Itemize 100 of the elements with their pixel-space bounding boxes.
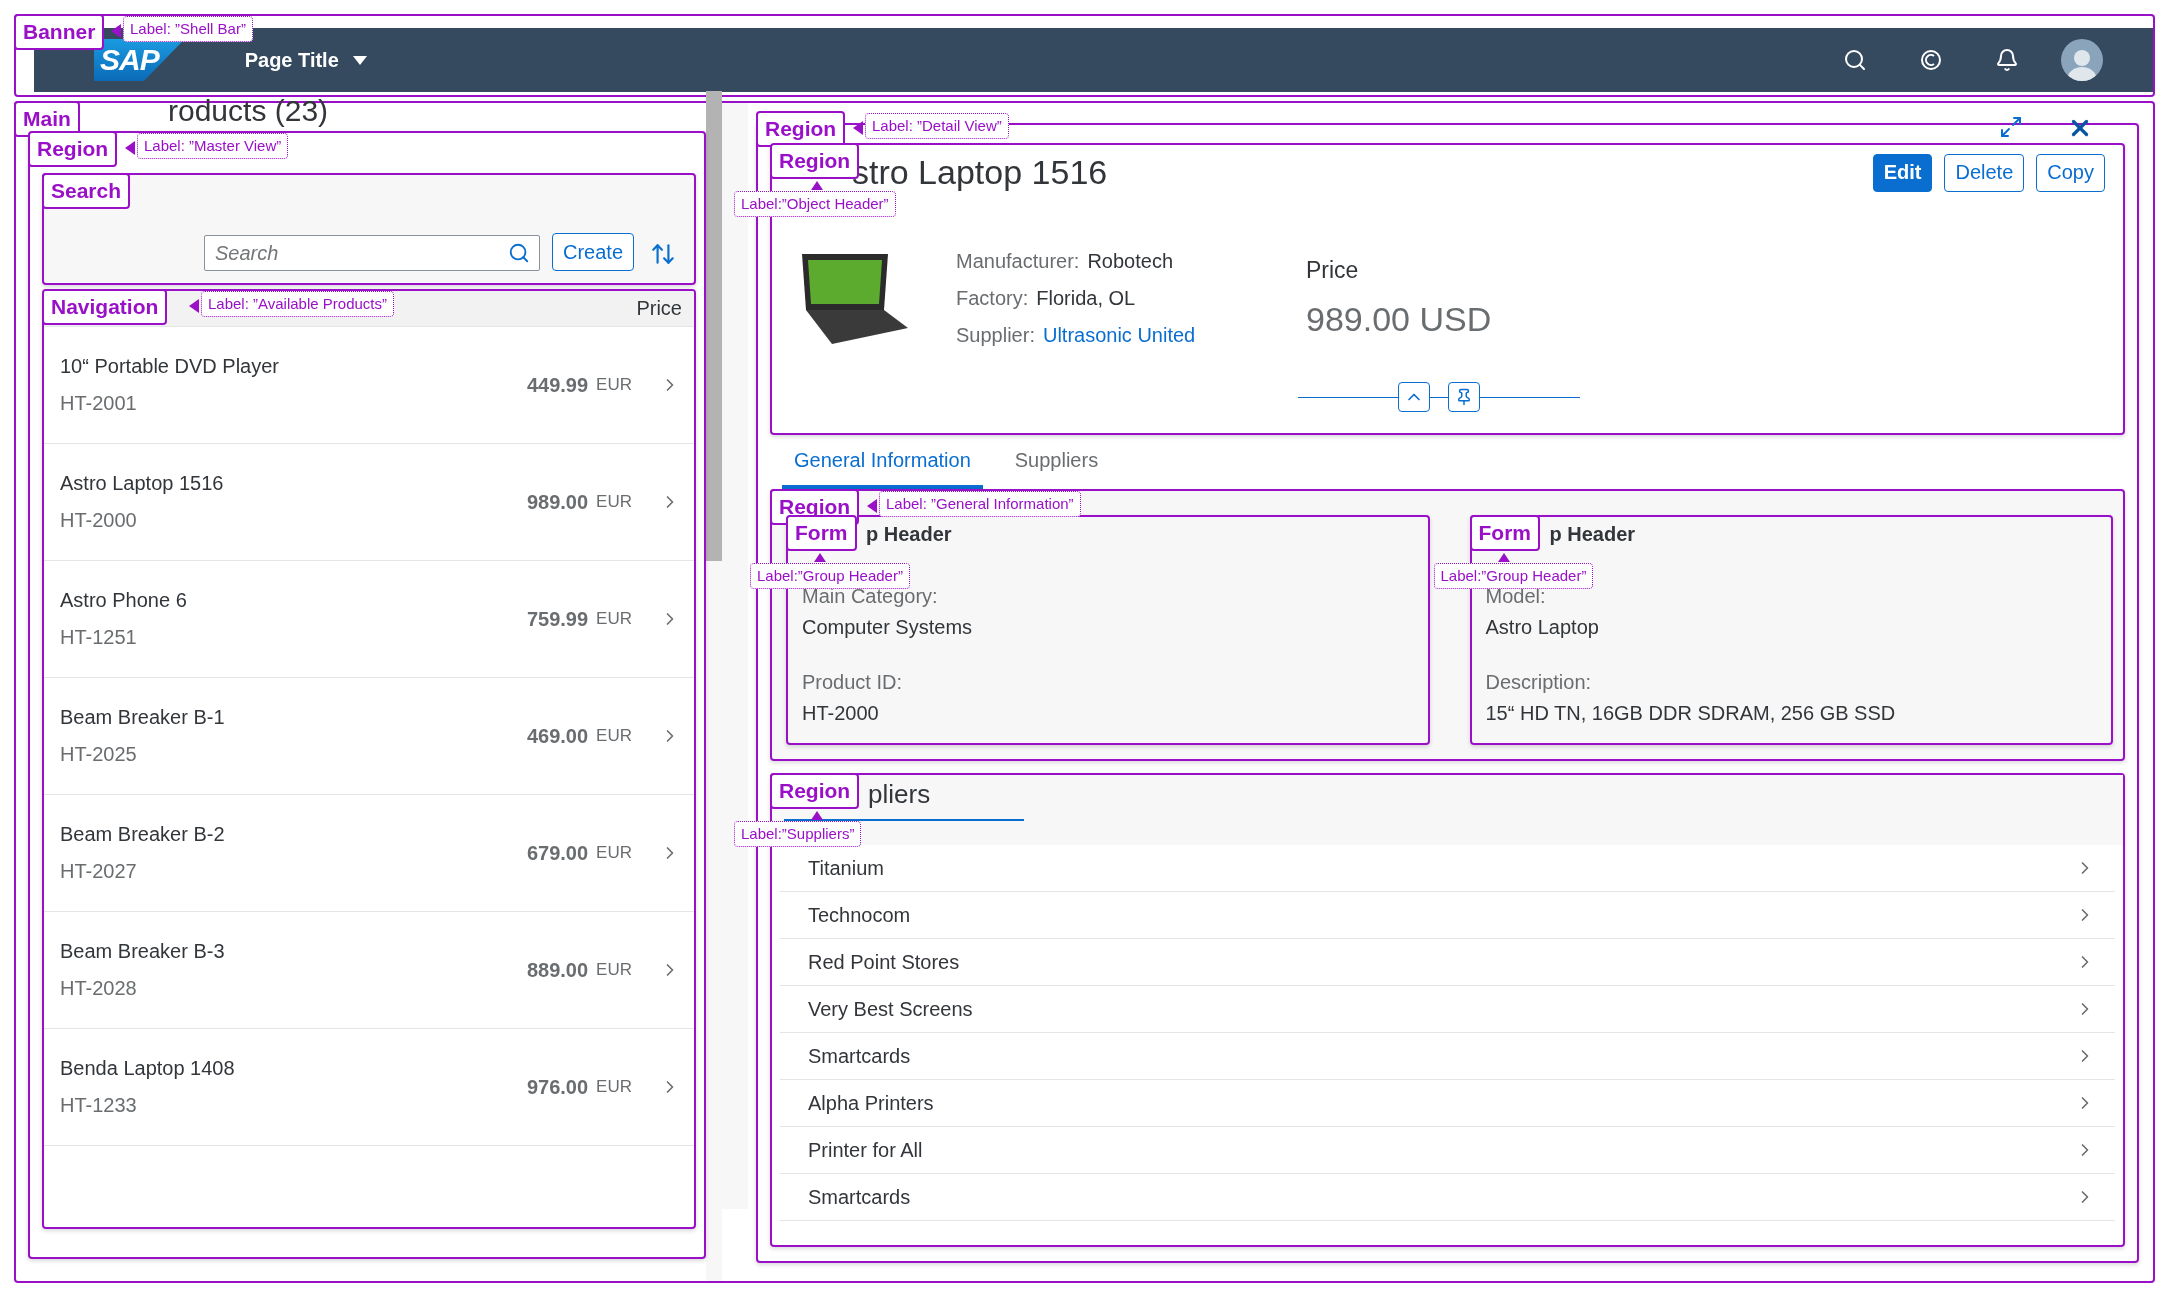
landmark-tag: Form [1469, 515, 1540, 551]
supplier-row[interactable]: Technocom [780, 892, 2115, 939]
product-name: 10“ Portable DVD Player [60, 355, 280, 378]
product-id: HT-2027 [60, 860, 138, 883]
page-title-menu[interactable]: Page Title [238, 47, 373, 73]
product-price: 889.00 [526, 958, 589, 982]
field-label: Product ID: [802, 671, 904, 694]
column-title: Price [636, 297, 682, 320]
attribute-label: Supplier: [956, 323, 1035, 347]
currency: EUR [596, 492, 632, 512]
field-value: Computer Systems [802, 616, 974, 639]
supplier-name: Alpha Printers [808, 1091, 935, 1115]
price-value: 989.00 USD [1306, 300, 1492, 339]
create-button[interactable]: Create [551, 233, 634, 271]
field-value: Astro Laptop [1485, 616, 1600, 639]
action-button[interactable]: Copy [2036, 153, 2105, 192]
product-price: 989.00 [526, 490, 589, 514]
product-price: 449.99 [526, 373, 589, 397]
list-title: roducts (23) [168, 97, 329, 129]
product-id: HT-2001 [60, 392, 138, 415]
group-title: p Header [866, 522, 952, 547]
product-row[interactable]: Astro Phone 6 HT-1251 759.99 EUR [44, 561, 694, 678]
currency: EUR [596, 1077, 632, 1097]
section-title: pliers [868, 778, 931, 811]
field-value: HT-2000 [802, 702, 880, 725]
supplier-row[interactable]: Titanium [780, 845, 2115, 892]
landmark-tag: Region [770, 773, 860, 809]
scrollbar[interactable] [706, 91, 722, 561]
product-id: HT-1233 [60, 1094, 138, 1117]
price-label: Price [1306, 257, 1360, 284]
sort-icon [650, 241, 676, 267]
landmark-label: Label: ”Shell Bar” [123, 16, 253, 42]
tab[interactable]: Suppliers [1002, 435, 1111, 489]
landmark-label: Label:”Group Header” [750, 563, 910, 589]
product-row[interactable]: Benda Laptop 1408 HT-1233 976.00 EUR [44, 1029, 694, 1146]
product-price: 976.00 [526, 1075, 589, 1099]
supplier-row[interactable]: Printer for All [780, 1127, 2115, 1174]
landmark-tag: Region [770, 143, 860, 179]
product-name: Benda Laptop 1408 [60, 1057, 236, 1080]
landmark-label: Label: ”General Information” [879, 491, 1081, 517]
action-button[interactable]: Edit [1872, 153, 1933, 192]
action-button[interactable]: Delete [1944, 153, 2025, 192]
bell-icon [1995, 48, 2019, 72]
attribute-label: Factory: [956, 286, 1029, 310]
product-row[interactable]: Beam Breaker B-3 HT-2028 889.00 EUR [44, 912, 694, 1029]
landmark-label: Label: ”Available Products” [201, 291, 394, 317]
product-row[interactable]: Beam Breaker B-1 HT-2025 469.00 EUR [44, 678, 694, 795]
search-field[interactable]: Search [204, 235, 540, 271]
product-row[interactable]: 10“ Portable DVD Player HT-2001 449.99 EUR [44, 327, 694, 444]
product-row[interactable]: Astro Laptop 1516 HT-2000 989.00 EUR [44, 444, 694, 561]
landmark-tag: Region [756, 111, 846, 147]
attribute-value: Florida, OL [1036, 286, 1136, 310]
expand-icon [1999, 115, 2023, 139]
product-name: Beam Breaker B-2 [60, 823, 226, 846]
product-price: 469.00 [526, 724, 589, 748]
supplier-row[interactable]: Very Best Screens [780, 986, 2115, 1033]
currency: EUR [596, 726, 632, 746]
currency: EUR [596, 609, 632, 629]
supplier-link[interactable]: Ultrasonic United [1042, 323, 1196, 347]
landmark-label: Label:”Suppliers” [734, 821, 862, 847]
product-id: HT-1251 [60, 626, 138, 649]
caret-icon [352, 55, 367, 65]
pin-button[interactable] [1447, 382, 1480, 412]
field-value: 15“ HD TN, 16GB DDR SDRAM, 256 GB SSD [1485, 702, 1897, 725]
supplier-row[interactable]: Alpha Printers [780, 1080, 2115, 1127]
landmark-label: Label:”Group Header” [1433, 563, 1594, 589]
supplier-name: Printer for All [808, 1138, 924, 1162]
landmark-tag: Region [28, 131, 118, 167]
landmark-label: Label: ”Detail View” [865, 113, 1009, 139]
supplier-name: Technocom [808, 903, 912, 927]
product-name: Astro Laptop 1516 [60, 472, 225, 495]
landmark-tag: Search [42, 173, 131, 209]
avatar[interactable] [2061, 39, 2103, 81]
product-id: HT-2025 [60, 743, 138, 766]
currency: EUR [596, 960, 632, 980]
collapse-button[interactable] [1397, 382, 1430, 412]
search-icon [1843, 48, 1867, 72]
landmark-tag: Navigation [44, 291, 168, 325]
product-price: 679.00 [526, 841, 589, 865]
search-icon[interactable] [507, 242, 530, 264]
field-label: Description: [1485, 671, 1593, 694]
landmark-tag: Form [786, 515, 857, 551]
supplier-name: Smartcards [808, 1185, 912, 1209]
attribute-value: Robotech [1087, 249, 1173, 273]
supplier-row[interactable]: Smartcards [780, 1033, 2115, 1080]
landmark-label: Label: ”Master View” [137, 133, 289, 159]
supplier-row[interactable]: Smartcards [780, 1174, 2115, 1221]
currency: EUR [596, 375, 632, 395]
landmark-label: Label:”Object Header” [734, 191, 896, 217]
product-name: Astro Phone 6 [60, 589, 188, 612]
supplier-row[interactable]: Red Point Stores [780, 939, 2115, 986]
supplier-name: Smartcards [808, 1044, 912, 1068]
product-name: Beam Breaker B-1 [60, 706, 226, 729]
group-title: p Header [1549, 522, 1636, 547]
supplier-name: Titanium [808, 856, 885, 880]
supplier-name: Very Best Screens [808, 997, 974, 1021]
product-id: HT-2028 [60, 977, 138, 1000]
attribute-label: Manufacturer: [956, 249, 1080, 273]
product-price: 759.99 [526, 607, 589, 631]
product-row[interactable]: Beam Breaker B-2 HT-2027 679.00 EUR [44, 795, 694, 912]
